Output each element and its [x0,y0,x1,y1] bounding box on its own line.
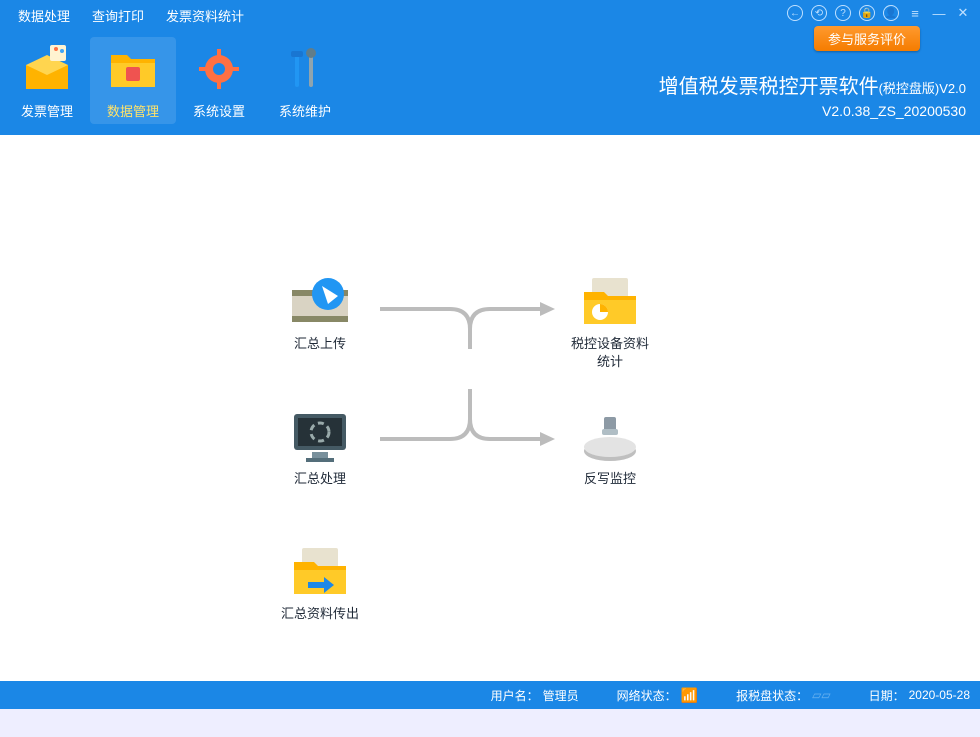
header: 数据处理 查询打印 发票资料统计 ← ⟲ ? 🔒 👤 ≡ — ✕ 参与服务评价 … [0,0,980,135]
window-controls: ← ⟲ ? 🔒 👤 ≡ — ✕ [786,4,972,22]
folder-chart-icon [577,275,643,329]
folder-export-icon [287,545,353,599]
func-label: 汇总处理 [260,470,380,488]
toolbar-item-system-settings[interactable]: 系统设置 [176,37,262,124]
flow-arrows-icon [380,269,560,469]
func-summary-process[interactable]: 汇总处理 [260,410,380,488]
settings-lines-icon[interactable]: ≡ [906,4,924,22]
refresh-icon[interactable]: ⟲ [810,4,828,22]
app-title: 增值税发票税控开票软件(税控盘版)V2.0 V2.0.38_ZS_2020053… [659,70,966,119]
status-user-label: 用户名： [491,687,539,704]
func-label: 税控设备资料 统计 [550,335,670,371]
menu-item-query-print[interactable]: 查询打印 [84,6,158,25]
menu-item-invoice-stats[interactable]: 发票资料统计 [158,6,258,25]
user-icon[interactable]: 👤 [882,4,900,22]
func-label: 汇总上传 [260,335,380,353]
func-device-stats[interactable]: 税控设备资料 统计 [550,275,670,371]
toolbar-label: 系统设置 [176,101,262,120]
toolbar-item-invoice-mgmt[interactable]: 发票管理 [4,37,90,124]
status-date-value: 2020-05-28 [909,688,970,702]
toolbar-label: 系统维护 [262,101,348,120]
status-net-label: 网络状态： [617,687,677,704]
status-date-label: 日期： [869,687,905,704]
toolbar-label: 发票管理 [4,101,90,120]
app-version: V2.0.38_ZS_20200530 [659,103,966,119]
func-writeback-monitor[interactable]: 反写监控 [550,410,670,488]
app-title-main: 增值税发票税控开票软件 [659,76,879,98]
monitor-process-icon [287,410,353,464]
gear-icon [193,43,245,95]
invoice-box-icon [21,43,73,95]
folder-data-icon [107,43,159,95]
status-user-value: 管理员 [543,687,579,704]
tools-icon [279,43,331,95]
film-upload-icon [287,275,353,329]
toolbar-item-data-mgmt[interactable]: 数据管理 [90,37,176,124]
status-disk-label: 报税盘状态： [736,687,808,704]
wifi-icon: 📶 [681,687,698,704]
disk-status-icon: ▱▱ [812,688,830,702]
func-summary-export[interactable]: 汇总资料传出 [260,545,380,623]
func-summary-upload[interactable]: 汇总上传 [260,275,380,353]
service-eval-button[interactable]: 参与服务评价 [814,26,920,51]
back-icon[interactable]: ← [786,4,804,22]
close-icon[interactable]: ✕ [954,4,972,22]
content-area: 汇总上传 税控设备资料 统计 汇总处理 反写监控 汇总资料传出 [0,135,980,709]
toolbar-label: 数据管理 [90,101,176,120]
func-label: 反写监控 [550,470,670,488]
app-title-suffix: (税控盘版)V2.0 [879,81,966,96]
toolbar-item-system-maintain[interactable]: 系统维护 [262,37,348,124]
lock-icon[interactable]: 🔒 [858,4,876,22]
minimize-icon[interactable]: — [930,4,948,22]
func-label: 汇总资料传出 [260,605,380,623]
status-bar: 用户名： 管理员 网络状态： 📶 报税盘状态： ▱▱ 日期： 2020-05-2… [0,681,980,709]
menu-item-data-process[interactable]: 数据处理 [10,6,84,25]
drive-brush-icon [577,410,643,464]
help-icon[interactable]: ? [834,4,852,22]
